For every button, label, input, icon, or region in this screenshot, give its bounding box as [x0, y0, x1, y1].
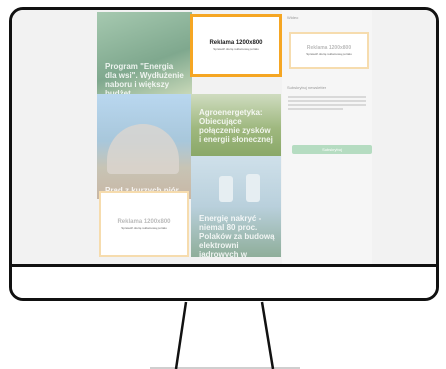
stand-leg-left	[174, 301, 188, 369]
stand-leg-right	[260, 301, 275, 369]
monitor-stand	[150, 301, 300, 369]
